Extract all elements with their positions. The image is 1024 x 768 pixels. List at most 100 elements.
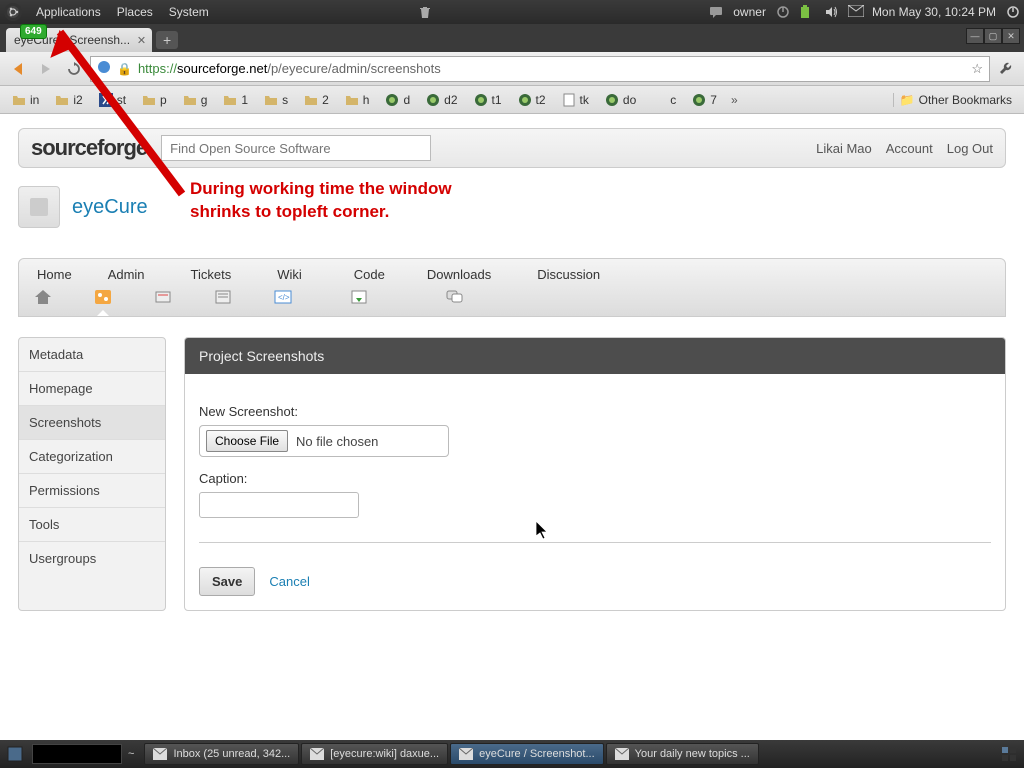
gnome-menu-applications[interactable]: Applications	[28, 5, 109, 19]
owner-label[interactable]: owner	[733, 5, 766, 19]
taskbar-item[interactable]: [eyecure:wiki] daxue...	[301, 743, 448, 765]
wrench-menu-icon[interactable]	[994, 57, 1018, 81]
sidebar-item[interactable]: Usergroups	[19, 542, 165, 575]
user-name[interactable]: Likai Mao	[816, 141, 872, 156]
bookmark-icon	[385, 93, 399, 107]
nav-tab[interactable]: Wiki	[273, 267, 306, 282]
sourceforge-logo[interactable]: sourceforge	[31, 135, 147, 161]
bookmark-item[interactable]: d2	[420, 91, 463, 109]
nav-tab[interactable]: Admin	[104, 267, 149, 282]
tab-strip: eyeCure / Screensh... ✕ + — ▢ ✕	[0, 24, 1024, 52]
wiki-tab-icon[interactable]	[213, 288, 233, 306]
show-desktop-icon[interactable]	[4, 743, 26, 765]
bookmark-item[interactable]: st	[93, 91, 132, 109]
sidebar-item[interactable]: Metadata	[19, 338, 165, 372]
sidebar-item[interactable]: Screenshots	[19, 406, 165, 440]
logout-link[interactable]: Log Out	[947, 141, 993, 156]
close-window-icon[interactable]: ✕	[1002, 28, 1020, 44]
terminal-indicator[interactable]	[32, 744, 122, 764]
new-tab-button[interactable]: +	[156, 31, 178, 49]
other-bookmarks[interactable]: 📁 Other Bookmarks	[893, 93, 1018, 107]
downloads-tab-icon[interactable]	[349, 288, 369, 306]
clock[interactable]: Mon May 30, 10:24 PM	[872, 5, 996, 19]
nav-tab[interactable]: Home	[33, 267, 76, 282]
back-button[interactable]	[6, 57, 30, 81]
bookmark-item[interactable]: 2	[298, 91, 335, 109]
bookmark-icon	[183, 93, 197, 107]
bookmark-icon	[474, 93, 488, 107]
account-link[interactable]: Account	[886, 141, 933, 156]
no-file-text: No file chosen	[296, 434, 378, 449]
volume-icon[interactable]	[824, 5, 838, 19]
gnome-menu-places[interactable]: Places	[109, 5, 161, 19]
bookmark-item[interactable]: i2	[49, 91, 88, 109]
power-icon[interactable]	[776, 5, 790, 19]
cancel-link[interactable]: Cancel	[269, 574, 309, 589]
maximize-icon[interactable]: ▢	[984, 28, 1002, 44]
file-input[interactable]: Choose File No file chosen	[199, 425, 449, 457]
mail-icon	[153, 748, 167, 760]
minimize-icon[interactable]: —	[966, 28, 984, 44]
bookmark-item[interactable]: d	[379, 91, 416, 109]
panel-title: Project Screenshots	[185, 338, 1005, 374]
mail-icon	[615, 748, 629, 760]
bookmark-item[interactable]: s	[258, 91, 294, 109]
chat-icon[interactable]	[709, 5, 723, 19]
search-input[interactable]	[161, 135, 431, 161]
main-panel: Project Screenshots New Screenshot: Choo…	[184, 337, 1006, 611]
choose-file-button[interactable]: Choose File	[206, 430, 288, 452]
bookmark-star-icon[interactable]: ☆	[971, 61, 983, 77]
bookmark-item[interactable]: t2	[512, 91, 552, 109]
sidebar-item[interactable]: Permissions	[19, 474, 165, 508]
bookmark-item[interactable]: 1	[217, 91, 254, 109]
bookmark-item[interactable]: c	[646, 91, 682, 109]
home-tab-icon[interactable]	[33, 288, 53, 306]
forward-button[interactable]	[34, 57, 58, 81]
reload-button[interactable]	[62, 57, 86, 81]
bookmark-item[interactable]: h	[339, 91, 376, 109]
bookmark-item[interactable]: tk	[556, 91, 595, 109]
taskbar-item[interactable]: Inbox (25 unread, 342...	[144, 743, 299, 765]
address-bar[interactable]: 🔒 https://sourceforge.net/p/eyecure/admi…	[90, 56, 990, 82]
browser-toolbar: 🔒 https://sourceforge.net/p/eyecure/admi…	[0, 52, 1024, 86]
svg-text:</>: </>	[278, 293, 290, 302]
nav-tab[interactable]: Discussion	[533, 267, 604, 282]
tab-close-icon[interactable]: ✕	[137, 34, 146, 47]
sidebar-item[interactable]: Homepage	[19, 372, 165, 406]
trash-icon[interactable]	[417, 4, 433, 20]
bookmarks-overflow-icon[interactable]: »	[727, 93, 742, 107]
caption-input[interactable]	[199, 492, 359, 518]
bookmark-item[interactable]: 7	[686, 91, 723, 109]
nav-tab[interactable]: Downloads	[423, 267, 495, 282]
mail-icon[interactable]	[848, 5, 862, 19]
shutdown-icon[interactable]	[1006, 5, 1020, 19]
bookmark-item[interactable]: in	[6, 91, 45, 109]
nav-tab[interactable]: Tickets	[187, 267, 236, 282]
sidebar-item[interactable]: Tools	[19, 508, 165, 542]
bookmark-icon	[264, 93, 278, 107]
taskbar-item[interactable]: eyeCure / Screenshot...	[450, 743, 604, 765]
project-name-link[interactable]: eyeCure	[72, 196, 148, 219]
sourceforge-header: sourceforge Likai Mao Account Log Out	[18, 128, 1006, 168]
ubuntu-logo-icon[interactable]	[4, 3, 22, 21]
battery-icon[interactable]	[800, 5, 814, 19]
bookmark-item[interactable]: t1	[468, 91, 508, 109]
gnome-menu-system[interactable]: System	[161, 5, 217, 19]
taskbar-item[interactable]: Your daily new topics ...	[606, 743, 759, 765]
bookmark-icon	[692, 93, 706, 107]
bookmark-item[interactable]: do	[599, 91, 642, 109]
tickets-tab-icon[interactable]	[153, 288, 173, 306]
discussion-tab-icon[interactable]	[445, 288, 465, 306]
bookmark-item[interactable]: g	[177, 91, 214, 109]
window-controls: — ▢ ✕	[966, 28, 1020, 44]
admin-sidebar: MetadataHomepageScreenshotsCategorizatio…	[18, 337, 166, 611]
code-tab-icon[interactable]: </>	[273, 288, 293, 306]
bookmark-item[interactable]: p	[136, 91, 173, 109]
project-icon	[18, 186, 60, 228]
workspace-switcher-icon[interactable]	[998, 743, 1020, 765]
admin-tab-icon[interactable]	[93, 288, 113, 306]
sidebar-item[interactable]: Categorization	[19, 440, 165, 474]
save-button[interactable]: Save	[199, 567, 255, 596]
bookmark-icon	[345, 93, 359, 107]
nav-tab[interactable]: Code	[350, 267, 389, 282]
